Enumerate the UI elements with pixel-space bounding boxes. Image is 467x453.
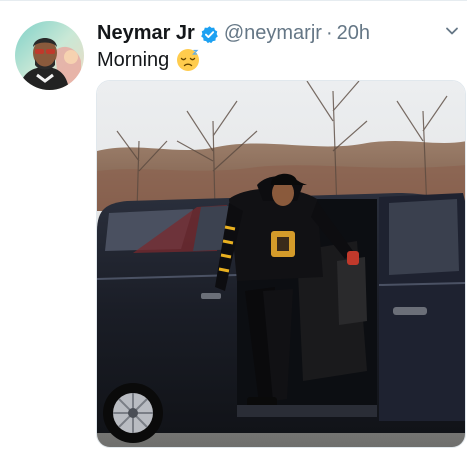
avatar-image	[15, 21, 84, 90]
tweet-body: Morning	[97, 49, 170, 71]
separator-dot: ·	[325, 22, 333, 44]
tweet-card[interactable]: Neymar Jr @neymarjr · 20h Morning	[0, 0, 467, 453]
tweet-header: Neymar Jr @neymarjr · 20h	[97, 19, 370, 47]
author-handle[interactable]: @neymarjr	[224, 19, 322, 47]
tweet-timestamp[interactable]: 20h	[337, 19, 370, 47]
author-name[interactable]: Neymar Jr	[97, 19, 195, 47]
sleepy-face-emoji-icon	[176, 48, 200, 72]
avatar[interactable]	[15, 21, 84, 90]
verified-badge-icon	[200, 24, 219, 43]
chevron-down-icon[interactable]	[445, 24, 459, 38]
tweet-photo[interactable]	[96, 80, 466, 448]
tweet-text: Morning	[97, 46, 200, 74]
divider	[0, 0, 467, 1]
photo-van-image	[97, 81, 465, 447]
